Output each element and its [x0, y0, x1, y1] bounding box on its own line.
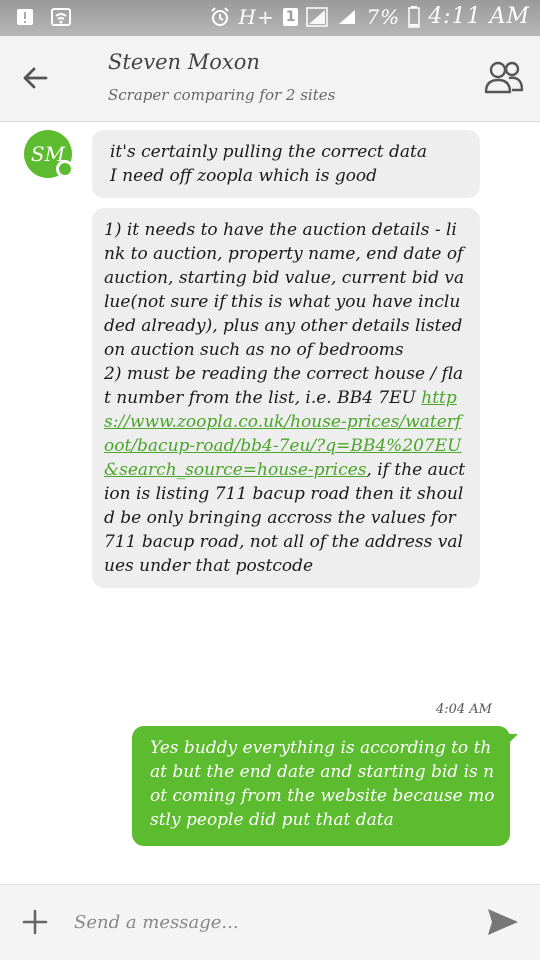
status-right: H+ 1 7% 4:11 AM [209, 4, 531, 29]
notification-icon [17, 9, 33, 25]
online-indicator [56, 160, 74, 178]
battery-icon [408, 5, 420, 28]
wifi-icon [51, 8, 71, 26]
incoming-message[interactable]: it's certainly pulling the correct data … [92, 130, 480, 198]
clock: 4:11 AM [428, 4, 530, 29]
network-type: H+ [238, 4, 275, 29]
send-icon[interactable] [486, 907, 520, 937]
status-bar: H+ 1 7% 4:11 AM [0, 0, 540, 36]
message-text: 1) it needs to have the auction details … [104, 220, 465, 408]
people-icon[interactable] [482, 56, 526, 100]
contact-name: Steven Moxon [108, 50, 260, 74]
signal-2-icon [339, 9, 356, 24]
status-left [14, 6, 72, 28]
back-arrow-icon[interactable] [16, 58, 56, 98]
battery-percent: 7% [366, 4, 401, 29]
outgoing-message[interactable]: Yes buddy everything is according to tha… [132, 726, 510, 846]
message-list[interactable]: SM it's certainly pulling the correct da… [0, 122, 540, 882]
compose-bar [0, 884, 540, 960]
incoming-message[interactable]: 1) it needs to have the auction details … [92, 208, 480, 588]
sim-indicator: 1 [282, 7, 299, 26]
message-input[interactable] [74, 905, 454, 939]
plus-icon[interactable] [22, 909, 48, 935]
conversation-header: Steven Moxon Scraper comparing for 2 sit… [0, 36, 540, 122]
conversation-subtitle: Scraper comparing for 2 sites [108, 86, 336, 104]
message-timestamp: 4:04 AM [435, 702, 492, 717]
signal-icon [306, 6, 329, 27]
alarm-icon [210, 6, 229, 26]
